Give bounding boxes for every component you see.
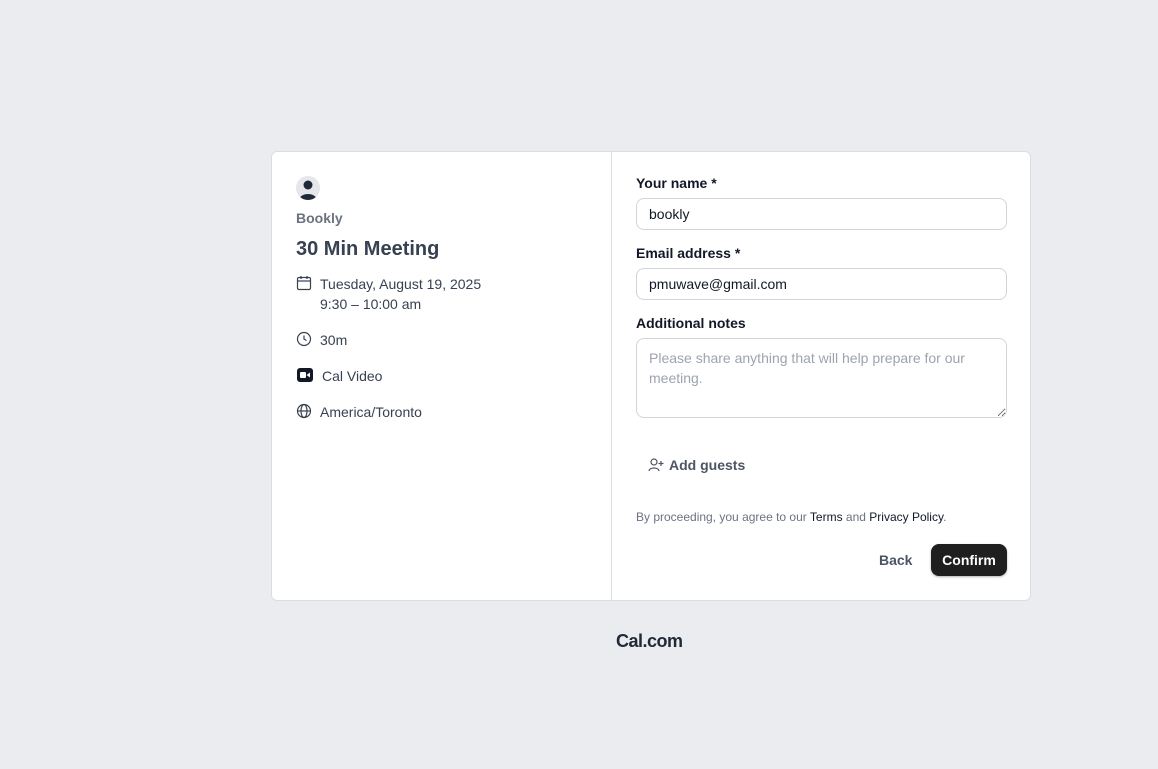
notes-textarea[interactable]: [636, 338, 1007, 418]
clock-icon: [296, 331, 312, 347]
terms-suffix: .: [943, 510, 947, 524]
globe-icon: [296, 403, 312, 419]
event-date: Tuesday, August 19, 2025: [320, 276, 482, 292]
event-duration-row: 30m: [296, 330, 347, 350]
email-input[interactable]: [636, 268, 1007, 300]
name-label: Your name *: [636, 175, 717, 191]
terms-notice: By proceeding, you agree to our Terms an…: [636, 510, 946, 524]
event-title: 30 Min Meeting: [296, 238, 440, 260]
privacy-policy-link[interactable]: Privacy Policy: [869, 510, 943, 524]
terms-link[interactable]: Terms: [810, 510, 843, 524]
event-details-panel: Bookly 30 Min Meeting Tuesday, August 19…: [272, 152, 612, 600]
user-plus-icon: [648, 458, 664, 472]
event-location-row: Cal Video: [296, 366, 382, 386]
event-timezone[interactable]: America/Toronto: [320, 402, 422, 422]
booking-card: Bookly 30 Min Meeting Tuesday, August 19…: [271, 151, 1031, 601]
event-duration: 30m: [320, 332, 348, 348]
event-time: 9:30 – 10:00 am: [320, 296, 422, 312]
brand-logo[interactable]: Cal.com: [616, 631, 683, 652]
booking-form: Your name * Email address * Additional n…: [612, 152, 1030, 600]
terms-and: and: [842, 510, 870, 524]
notes-label: Additional notes: [636, 315, 746, 331]
calendar-icon: [296, 276, 312, 291]
video-camera-icon: [297, 368, 313, 382]
event-owner-name: Bookly: [296, 210, 343, 226]
event-date-row: Tuesday, August 19, 2025 9:30 – 10:00 am: [296, 274, 481, 314]
add-guests-label: Add guests: [669, 457, 746, 473]
back-button[interactable]: Back: [867, 544, 924, 576]
avatar: [296, 176, 320, 200]
user-avatar-icon: [299, 180, 317, 200]
event-location: Cal Video: [322, 368, 383, 384]
event-timezone-row: America/Toronto: [296, 402, 422, 422]
add-guests-button[interactable]: Add guests: [636, 450, 757, 480]
terms-prefix: By proceeding, you agree to our: [636, 510, 810, 524]
email-label: Email address *: [636, 245, 741, 261]
confirm-button[interactable]: Confirm: [931, 544, 1007, 576]
name-input[interactable]: [636, 198, 1007, 230]
